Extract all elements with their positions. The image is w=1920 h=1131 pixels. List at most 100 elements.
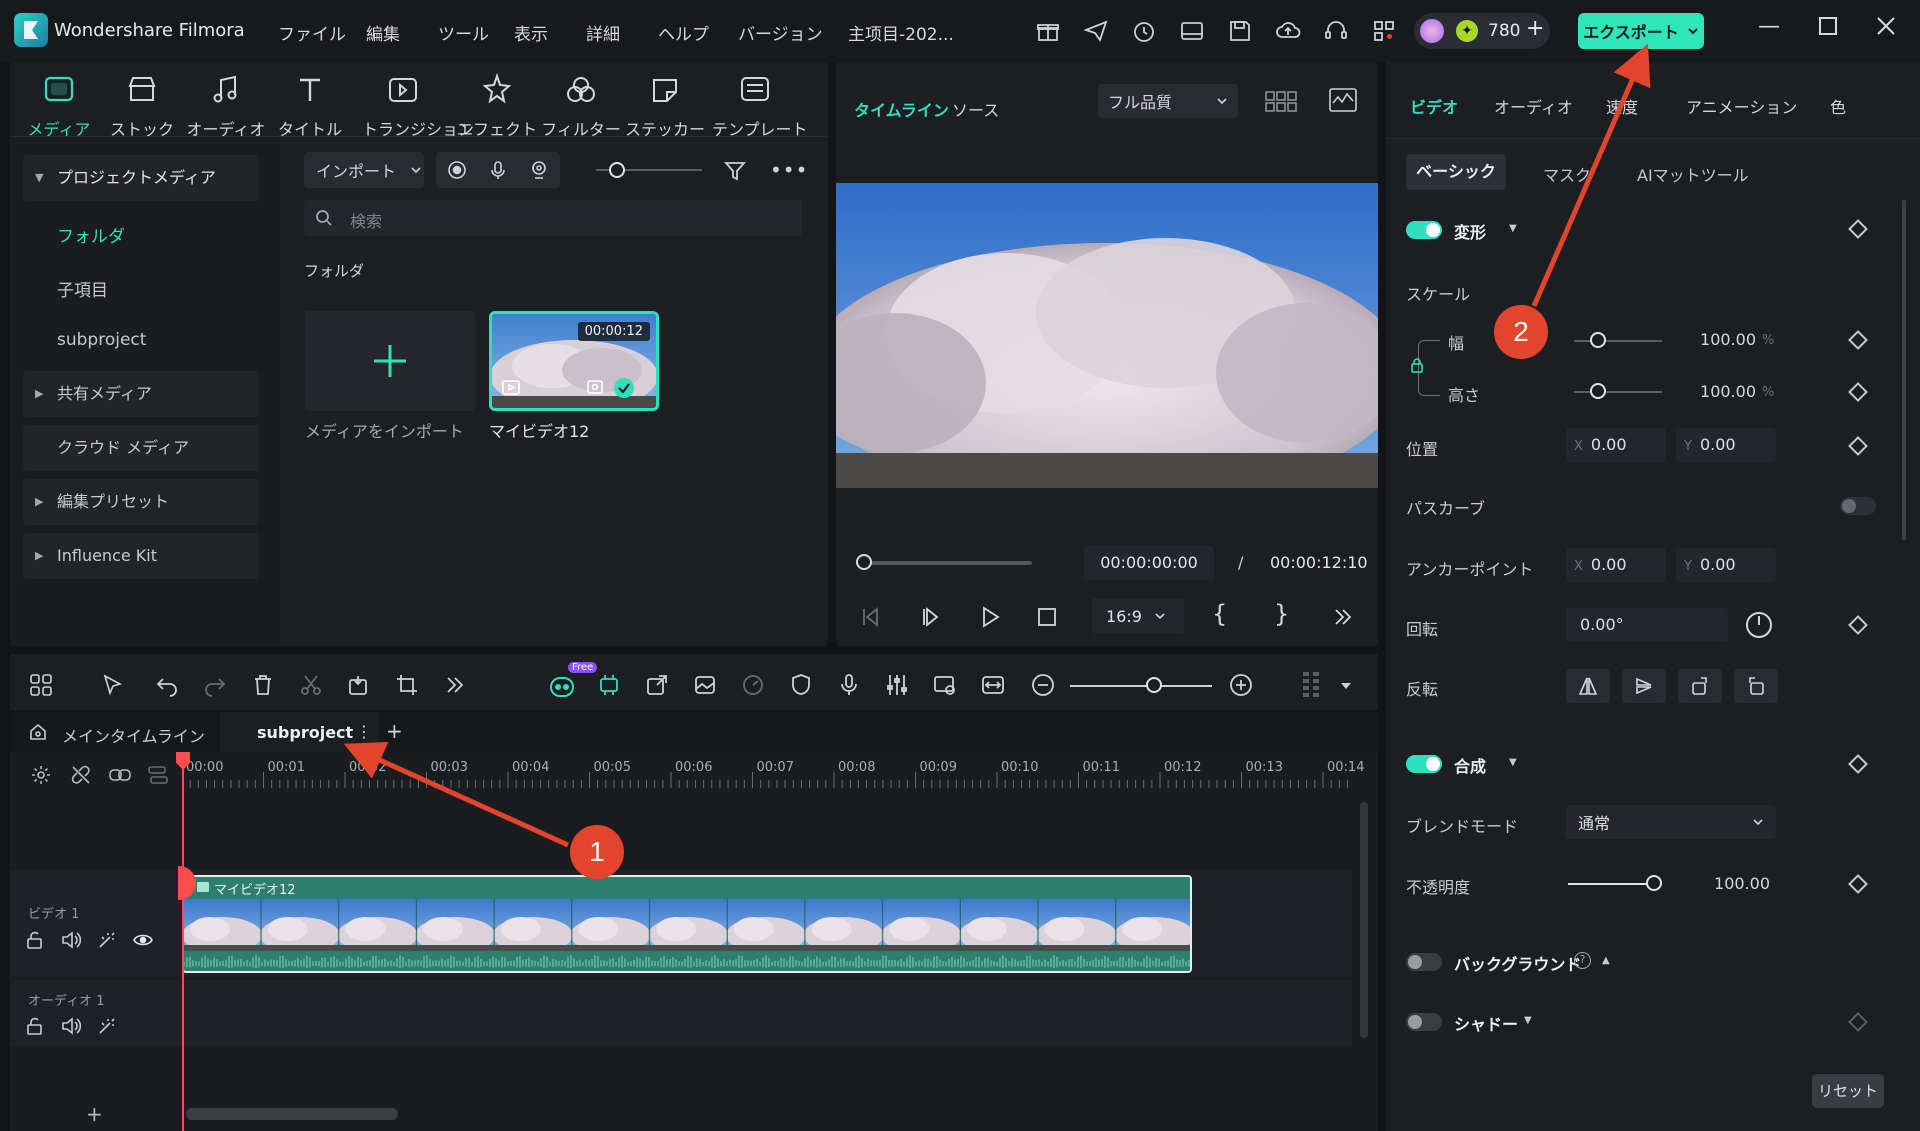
- undo-icon[interactable]: [154, 672, 180, 698]
- quality-select[interactable]: フル品質: [1098, 84, 1238, 118]
- position-x-field[interactable]: X 0.00: [1566, 428, 1666, 462]
- delete-icon[interactable]: [250, 672, 276, 698]
- width-value[interactable]: 100.00: [1690, 330, 1756, 349]
- audio-mixer-icon[interactable]: [884, 672, 910, 698]
- flip-vertical-button[interactable]: [1622, 669, 1666, 703]
- layout-grid-icon[interactable]: [28, 672, 54, 698]
- previous-frame-icon[interactable]: [858, 604, 884, 630]
- tab-audio-props[interactable]: オーディオ: [1494, 94, 1573, 118]
- help-icon[interactable]: ?: [1574, 952, 1591, 969]
- anchor-x-field[interactable]: X 0.00: [1566, 548, 1666, 582]
- sidebar-item-cloud-media[interactable]: クラウド メディア: [23, 425, 259, 471]
- tab-audio[interactable]: オーディオ: [185, 72, 267, 140]
- zoom-out-icon[interactable]: [1030, 672, 1056, 698]
- fit-width-icon[interactable]: [980, 672, 1006, 698]
- layout-icon[interactable]: [1179, 18, 1205, 44]
- tab-effect[interactable]: エフェクト: [456, 72, 538, 140]
- unlink-icon[interactable]: [70, 764, 92, 786]
- reset-button[interactable]: リセット: [1812, 1074, 1884, 1108]
- apps-grid-icon[interactable]: [1371, 18, 1397, 44]
- headset-icon[interactable]: [1323, 18, 1349, 44]
- save-icon[interactable]: [1227, 18, 1253, 44]
- screen-record-icon[interactable]: [932, 672, 958, 698]
- playback-progress-track[interactable]: [858, 561, 1032, 565]
- mask-shield-icon[interactable]: [788, 672, 814, 698]
- sidebar-item-edit-presets[interactable]: ▶ 編集プリセット: [23, 479, 259, 525]
- split-audio-icon[interactable]: [346, 672, 372, 698]
- timeline-video-clip[interactable]: [182, 875, 1192, 973]
- avatar[interactable]: [1420, 19, 1444, 43]
- time-ruler[interactable]: [182, 752, 1352, 798]
- link-icon[interactable]: [108, 764, 132, 786]
- timer-icon[interactable]: [1131, 18, 1157, 44]
- lock-track-icon[interactable]: [24, 929, 46, 951]
- tab-video[interactable]: ビデオ: [1410, 94, 1458, 118]
- crop-icon[interactable]: [394, 672, 420, 698]
- caret-up-icon[interactable]: ▲: [1602, 955, 1610, 966]
- stop-icon[interactable]: [1034, 604, 1060, 630]
- grid-view-icon[interactable]: [1264, 88, 1298, 114]
- opacity-value[interactable]: 100.00: [1700, 874, 1770, 893]
- import-media-card[interactable]: [305, 311, 475, 411]
- waveform-monitor-icon[interactable]: [1328, 86, 1358, 114]
- width-slider[interactable]: [1574, 340, 1662, 342]
- ai-image-icon[interactable]: [692, 672, 718, 698]
- caret-down-icon[interactable]: ▼: [1509, 757, 1517, 768]
- tab-template[interactable]: テンプレート: [712, 72, 808, 140]
- auto-beat-icon[interactable]: [596, 672, 622, 698]
- sidebar-item-project-media[interactable]: ▼ プロジェクトメディア: [23, 155, 259, 201]
- tab-transition[interactable]: トランジション: [362, 72, 474, 140]
- timeline-horizontal-scrollbar[interactable]: [186, 1108, 398, 1120]
- menu-tools[interactable]: ツール: [438, 20, 489, 45]
- import-button[interactable]: インポート: [304, 152, 424, 188]
- lock-icon[interactable]: [1408, 356, 1426, 374]
- zoom-in-icon[interactable]: [1228, 672, 1254, 698]
- add-credits-button[interactable]: +: [1526, 16, 1544, 41]
- sidebar-item-influence-kit[interactable]: ▶ Influence Kit: [23, 533, 259, 579]
- cloud-upload-icon[interactable]: [1275, 18, 1301, 44]
- tab-media[interactable]: メディア: [18, 72, 100, 140]
- blend-mode-select[interactable]: 通常: [1566, 805, 1776, 839]
- gift-icon[interactable]: [1035, 18, 1061, 44]
- width-slider-knob[interactable]: [1590, 332, 1606, 348]
- position-y-field[interactable]: Y 0.00: [1676, 428, 1776, 462]
- menu-view[interactable]: 表示: [514, 20, 548, 45]
- tab-main-timeline[interactable]: メインタイムライン: [62, 723, 205, 747]
- speed-ramp-icon[interactable]: [740, 672, 766, 698]
- height-slider[interactable]: [1574, 391, 1662, 393]
- menu-advanced[interactable]: 詳細: [586, 20, 620, 45]
- eye-icon[interactable]: [132, 929, 154, 951]
- select-pointer-icon[interactable]: [100, 672, 126, 698]
- filter-funnel-icon[interactable]: [722, 158, 748, 184]
- mark-in-icon[interactable]: {: [1212, 600, 1238, 628]
- tab-speed[interactable]: 速度: [1606, 94, 1638, 118]
- subtab-ai-matte[interactable]: AIマットツール: [1637, 162, 1749, 186]
- background-toggle[interactable]: [1406, 953, 1442, 971]
- zoom-slider-knob[interactable]: [1146, 677, 1162, 693]
- current-timecode[interactable]: 00:00:00:00: [1084, 546, 1214, 580]
- tab-stock[interactable]: ストック: [101, 72, 183, 140]
- voiceover-mic-icon[interactable]: [836, 672, 862, 698]
- sidebar-item-subproject[interactable]: subproject: [57, 330, 146, 350]
- cut-icon[interactable]: [298, 672, 324, 698]
- tab-filter[interactable]: フィルター: [540, 72, 622, 140]
- path-curve-toggle[interactable]: [1840, 497, 1876, 515]
- track-manage-icon[interactable]: [146, 764, 170, 786]
- timeline-vertical-scrollbar[interactable]: [1360, 802, 1368, 1038]
- rotate-left-button[interactable]: [1734, 669, 1778, 703]
- opacity-slider[interactable]: [1568, 883, 1654, 885]
- slider-knob[interactable]: [609, 162, 625, 178]
- caret-down-icon[interactable]: ▼: [1509, 223, 1517, 234]
- more-options-icon[interactable]: •••: [770, 158, 808, 182]
- rotate-right-button[interactable]: [1678, 669, 1722, 703]
- rotation-dial-icon[interactable]: [1744, 610, 1774, 640]
- menu-version[interactable]: バージョン: [738, 20, 823, 45]
- playback-progress-knob[interactable]: [856, 554, 872, 570]
- menu-help[interactable]: ヘルプ: [658, 20, 709, 45]
- transform-toggle[interactable]: [1406, 221, 1442, 239]
- height-slider-knob[interactable]: [1590, 383, 1606, 399]
- volume-icon[interactable]: [60, 929, 82, 951]
- composite-toggle[interactable]: [1406, 755, 1442, 773]
- send-icon[interactable]: [1083, 18, 1109, 44]
- media-clip-thumbnail[interactable]: 00:00:12: [489, 311, 659, 411]
